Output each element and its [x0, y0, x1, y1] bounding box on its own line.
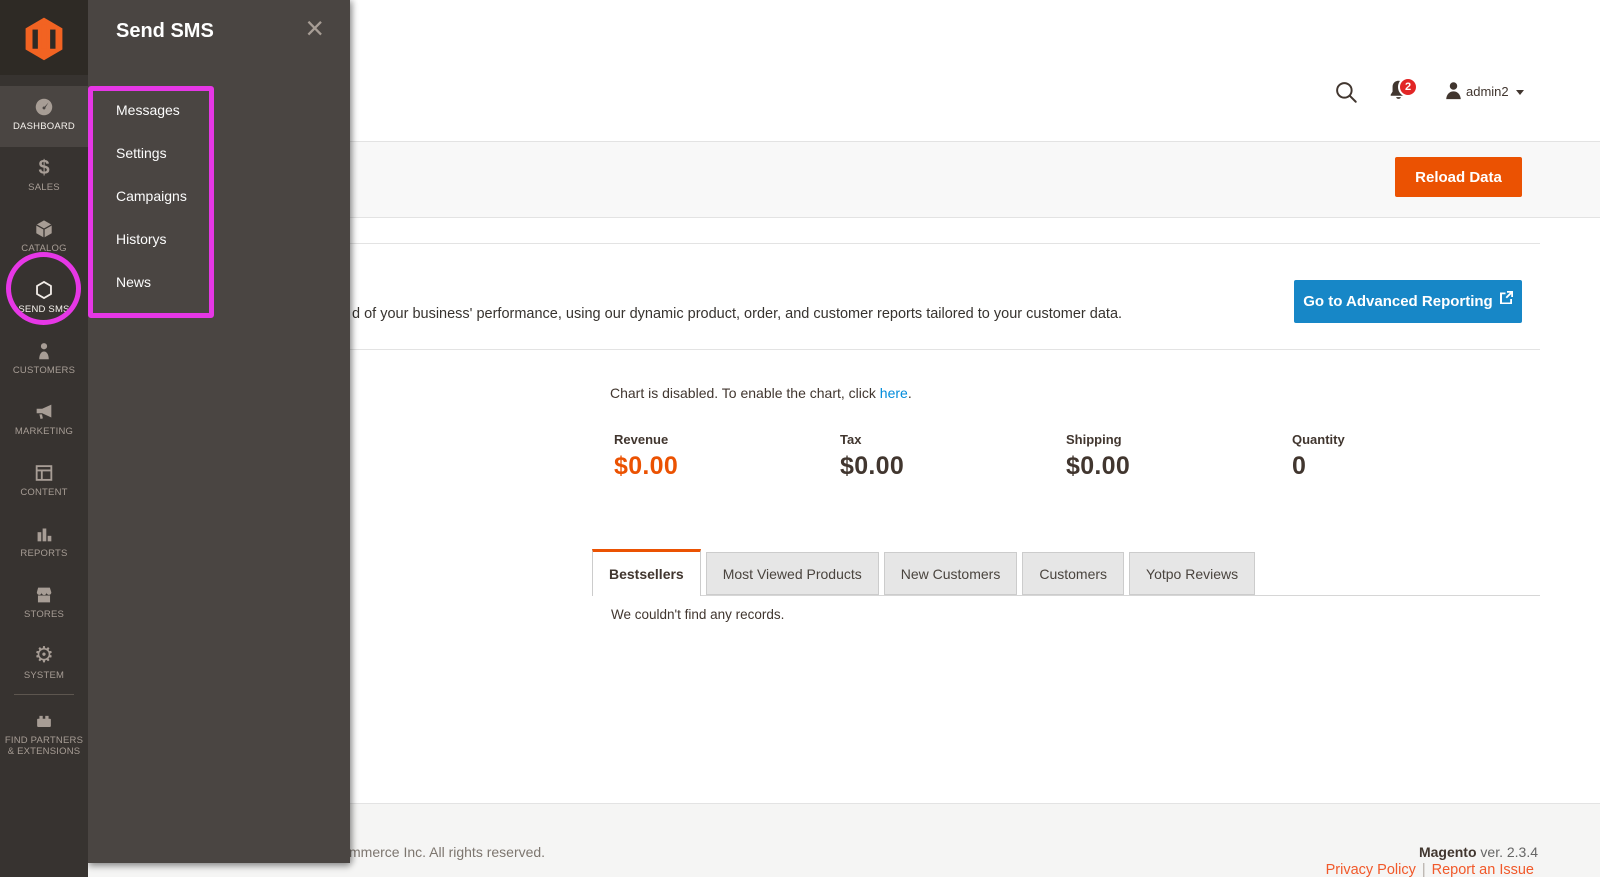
section-divider [349, 349, 1540, 350]
reload-data-button[interactable]: Reload Data [1395, 157, 1522, 197]
sidebar-item-content[interactable]: CONTENT [0, 452, 88, 513]
sidebar-item-system[interactable]: ⚙ SYSTEM [0, 635, 88, 696]
stat-shipping: Shipping $0.00 [1066, 432, 1286, 481]
sidebar-item-label: CUSTOMERS [12, 365, 76, 376]
section-divider [349, 243, 1540, 244]
footer-links: Privacy Policy | Report an Issue [1326, 862, 1534, 877]
version-number: ver. 2.3.4 [1476, 844, 1538, 860]
extensions-brick-icon [0, 709, 88, 733]
content-layout-icon [0, 461, 88, 485]
stat-value: $0.00 [1066, 452, 1131, 480]
flyout-item-messages[interactable]: Messages [116, 100, 180, 120]
dashboard-tabs: Bestsellers Most Viewed Products New Cus… [592, 549, 1256, 596]
send-sms-flyout-menu: Send SMS × Messages Settings Campaigns H… [88, 0, 350, 863]
sidebar-item-label: SALES [28, 182, 60, 193]
links-separator: | [1421, 862, 1426, 877]
sidebar-item-find-partners-extensions[interactable]: FIND PARTNERS & EXTENSIONS [0, 700, 88, 772]
magento-admin-dashboard: Reload Data 2 admin2 d of your business'… [0, 0, 1600, 877]
notification-count-badge[interactable]: 2 [1398, 77, 1418, 97]
sidebar-item-label: CONTENT [20, 487, 68, 498]
stat-quantity: Quantity 0 [1292, 432, 1512, 481]
sidebar-item-stores[interactable]: STORES [0, 574, 88, 635]
sidebar-item-customers[interactable]: CUSTOMERS [0, 330, 88, 391]
external-link-icon [1499, 291, 1513, 304]
sidebar-divider [14, 694, 74, 695]
flyout-item-settings[interactable]: Settings [116, 143, 167, 163]
tab-new-customers[interactable]: New Customers [883, 552, 1018, 595]
sidebar-item-send-sms[interactable]: SEND SMS [0, 269, 88, 330]
stat-label: Revenue [614, 432, 669, 447]
chart-note-period: . [907, 385, 912, 401]
stat-label: Quantity [1292, 432, 1345, 447]
tab-bestsellers[interactable]: Bestsellers [592, 549, 701, 596]
chart-disabled-note: Chart is disabled. To enable the chart, … [610, 385, 912, 401]
tab-yotpo-reviews[interactable]: Yotpo Reviews [1129, 552, 1256, 595]
flyout-title: Send SMS [116, 20, 214, 42]
sidebar-item-dashboard[interactable]: DASHBOARD [0, 86, 88, 147]
chart-note-text: Chart is disabled. To enable the chart, … [610, 385, 880, 401]
magento-version: Magento ver. 2.3.4 [1419, 844, 1538, 860]
sidebar-item-reports[interactable]: REPORTS [0, 513, 88, 574]
search-icon[interactable] [1333, 79, 1359, 110]
sidebar-item-label: STORES [23, 609, 65, 620]
reports-bar-chart-icon [0, 522, 88, 546]
flyout-item-campaigns[interactable]: Campaigns [116, 186, 187, 206]
dashboard-gauge-icon [0, 95, 88, 119]
privacy-policy-link[interactable]: Privacy Policy [1326, 862, 1416, 877]
advanced-reporting-button-label: Go to Advanced Reporting [1303, 293, 1493, 310]
sidebar-item-label: REPORTS [20, 548, 68, 559]
sidebar-item-label: DASHBOARD [13, 121, 75, 132]
sidebar-item-label: SYSTEM [23, 670, 65, 681]
advanced-reporting-description: d of your business' performance, using o… [352, 306, 1123, 322]
sidebar-item-catalog[interactable]: CATALOG [0, 208, 88, 269]
tab-most-viewed-products[interactable]: Most Viewed Products [705, 552, 879, 595]
sidebar-item-label: SEND SMS [18, 304, 70, 315]
empty-records-message: We couldn't find any records. [611, 607, 785, 622]
admin-sidebar: DASHBOARD $ SALES CATALOG SEND SMS CUSTO… [0, 0, 88, 877]
customers-person-icon [0, 339, 88, 363]
copyright-text: mmerce Inc. All rights reserved. [349, 844, 546, 860]
user-avatar-icon[interactable] [1442, 79, 1465, 107]
tab-customers[interactable]: Customers [1022, 552, 1125, 595]
magento-brand: Magento [1418, 844, 1477, 860]
flyout-item-news[interactable]: News [116, 272, 151, 292]
send-sms-hexagon-icon [0, 278, 88, 302]
stat-label: Tax [840, 432, 862, 447]
report-an-issue-link[interactable]: Report an Issue [1432, 862, 1534, 877]
marketing-megaphone-icon [0, 400, 88, 424]
account-menu-caret-icon[interactable] [1516, 90, 1524, 95]
stat-label: Shipping [1066, 432, 1122, 447]
sidebar-item-label: CATALOG [21, 243, 67, 254]
magento-logo[interactable] [0, 0, 88, 75]
sidebar-item-label: MARKETING [14, 426, 74, 437]
stat-tax: Tax $0.00 [840, 432, 1060, 481]
go-to-advanced-reporting-button[interactable]: Go to Advanced Reporting [1294, 280, 1522, 323]
stat-value: 0 [1292, 452, 1307, 480]
stat-revenue: Revenue $0.00 [614, 432, 834, 481]
sidebar-item-label: FIND PARTNERS & EXTENSIONS [4, 735, 84, 757]
username-label[interactable]: admin2 [1466, 84, 1509, 99]
system-gear-icon: ⚙ [34, 643, 54, 668]
stat-value: $0.00 [614, 452, 679, 480]
stat-value: $0.00 [840, 452, 905, 480]
sidebar-item-sales[interactable]: $ SALES [0, 147, 88, 208]
catalog-box-icon [0, 217, 88, 241]
flyout-item-historys[interactable]: Historys [116, 229, 167, 249]
close-icon[interactable]: × [305, 8, 324, 48]
stores-shop-icon [0, 583, 88, 607]
sidebar-item-marketing[interactable]: MARKETING [0, 391, 88, 452]
enable-chart-link[interactable]: here [880, 385, 908, 401]
sales-dollar-icon: $ [38, 157, 50, 179]
